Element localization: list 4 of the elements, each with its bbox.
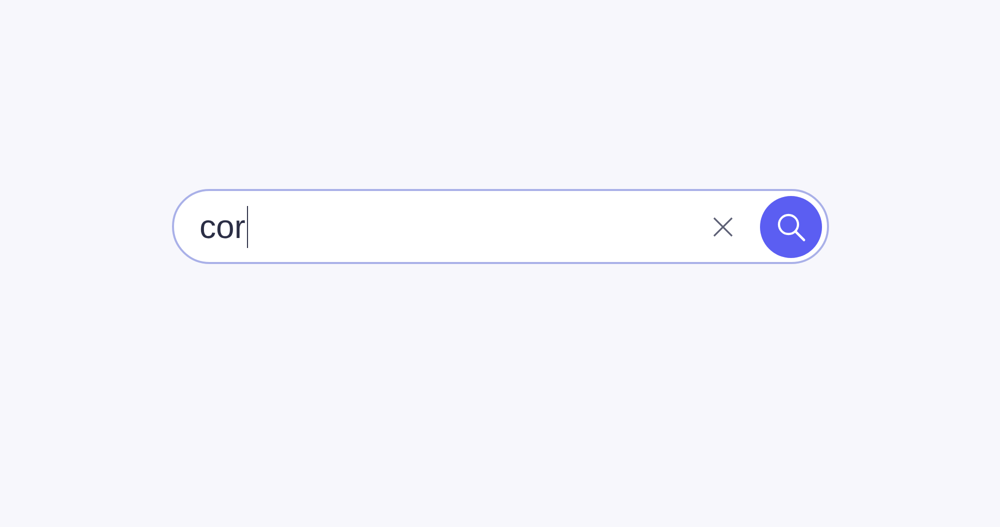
search-button[interactable] [760,196,822,258]
search-field[interactable]: cor [172,189,828,264]
search-icon [776,212,806,242]
close-icon [712,216,732,236]
